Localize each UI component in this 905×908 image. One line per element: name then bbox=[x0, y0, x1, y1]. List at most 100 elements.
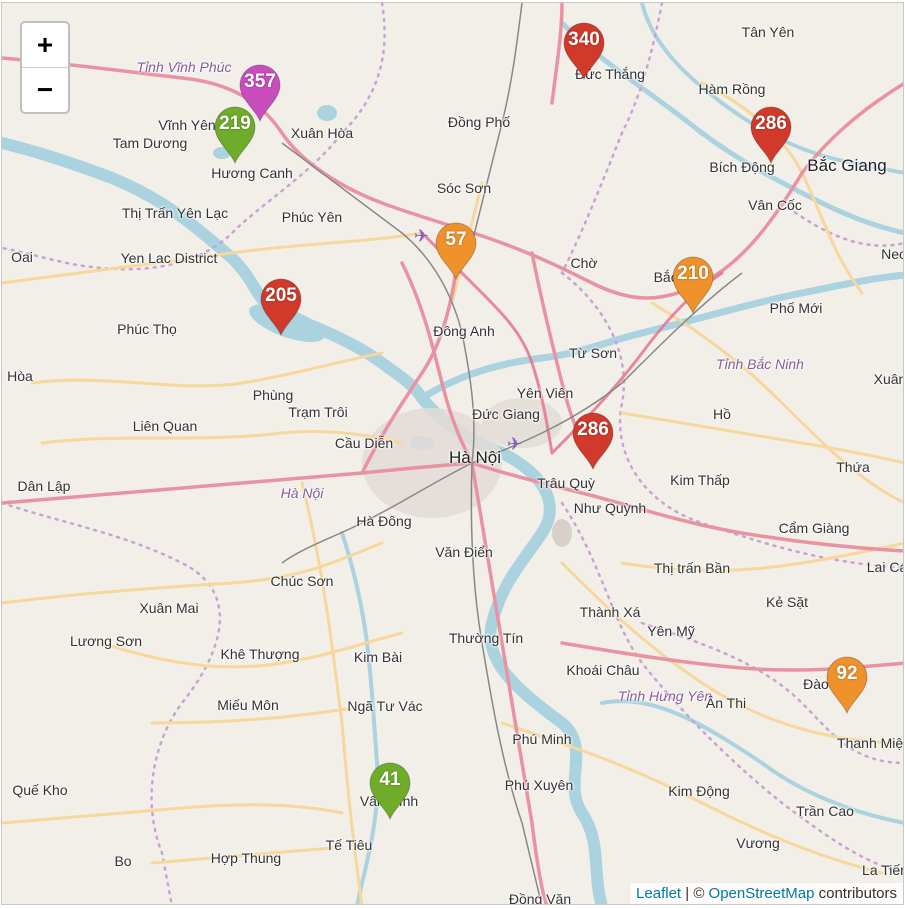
marker-value: 219 bbox=[219, 113, 251, 134]
svg-text:✈: ✈ bbox=[414, 226, 429, 247]
place-label: Tân Yên bbox=[741, 24, 795, 40]
place-label: Neo bbox=[881, 246, 903, 262]
place-label: Yên Viên bbox=[516, 385, 574, 401]
attribution-suffix: contributors bbox=[814, 885, 897, 902]
place-label: Tỉnh Bắc Ninh bbox=[716, 356, 804, 372]
place-label: Cẩm Giàng bbox=[778, 520, 850, 536]
zoom-control: + − bbox=[20, 21, 70, 114]
leaflet-link[interactable]: Leaflet bbox=[636, 885, 681, 902]
place-label: Lai Cá bbox=[866, 559, 904, 575]
cluster-marker[interactable]: 92 bbox=[824, 655, 870, 715]
place-label: Cầu Diễn bbox=[334, 435, 394, 451]
marker-value: 286 bbox=[577, 419, 609, 440]
place-label: Kim Bài bbox=[353, 649, 403, 665]
place-label: Quế Kho bbox=[12, 782, 68, 798]
place-label: Vĩnh Yên bbox=[158, 117, 216, 133]
cluster-marker[interactable]: 286 bbox=[570, 411, 616, 471]
place-label: Văn Điển bbox=[435, 544, 493, 560]
place-label: Thường Tín bbox=[448, 630, 524, 646]
place-label: Đồng Phố bbox=[447, 114, 511, 130]
cluster-marker[interactable]: 219 bbox=[212, 105, 258, 165]
place-label: Yên Mỹ bbox=[647, 623, 695, 639]
cluster-marker[interactable]: 41 bbox=[367, 761, 413, 821]
place-label: Tam Dương bbox=[112, 135, 188, 151]
place-label: Đức Giang bbox=[472, 406, 540, 422]
place-label: Hà Đông bbox=[356, 513, 412, 529]
marker-value: 57 bbox=[445, 229, 467, 250]
marker-value: 357 bbox=[244, 71, 276, 92]
place-label: Trâu Quỳ bbox=[537, 475, 595, 491]
place-label: Dân Lập bbox=[17, 478, 71, 494]
place-label: Phùng bbox=[252, 387, 294, 403]
marker-value: 210 bbox=[677, 263, 709, 284]
place-label: Liên Quan bbox=[132, 418, 198, 434]
map-container[interactable]: ✈ ✈ Tân Yên Đức Thắng Hàm Rồng Tỉnh Vĩnh Ph… bbox=[1, 2, 904, 905]
cluster-marker[interactable]: 57 bbox=[433, 221, 479, 281]
place-label: Đông Anh bbox=[433, 323, 495, 339]
place-label: Hà Nội bbox=[280, 485, 324, 501]
place-label: Hợp Thung bbox=[210, 850, 282, 866]
cluster-marker[interactable]: 210 bbox=[670, 255, 716, 315]
place-label: Phú Minh bbox=[512, 731, 572, 747]
place-label: Phúc Yên bbox=[281, 209, 343, 225]
place-label: Yen Lac District bbox=[120, 250, 218, 266]
place-label: Vân Cốc bbox=[748, 197, 802, 213]
place-label: Chờ bbox=[570, 255, 598, 271]
marker-value: 41 bbox=[379, 769, 401, 790]
place-label: Khê Thượng bbox=[220, 646, 300, 662]
cluster-marker[interactable]: 205 bbox=[258, 277, 304, 337]
place-label: Như Quỳnh bbox=[573, 500, 647, 516]
place-label: Thị trấn Bần bbox=[653, 560, 731, 576]
place-label: La Tiến bbox=[862, 862, 904, 878]
place-label: Xuân bbox=[873, 371, 904, 387]
attribution-separator: | © bbox=[681, 885, 709, 902]
place-label: Tỉnh Vĩnh Phúc bbox=[136, 59, 232, 75]
cluster-marker[interactable]: 286 bbox=[748, 105, 794, 165]
place-label: Miếu Môn bbox=[217, 697, 279, 713]
osm-link[interactable]: OpenStreetMap bbox=[709, 885, 815, 902]
place-label: Khoái Châu bbox=[566, 662, 640, 678]
place-label: Trần Cao bbox=[796, 803, 854, 819]
place-label: Phố Mới bbox=[769, 300, 823, 316]
luoc-river bbox=[600, 699, 903, 825]
place-label: Oai bbox=[11, 249, 33, 265]
place-label: Tế Tiêu bbox=[325, 837, 373, 853]
place-label: Xuân Hòa bbox=[290, 125, 354, 141]
place-label: Trạm Trôi bbox=[288, 404, 348, 420]
marker-value: 205 bbox=[265, 285, 297, 306]
place-label: Thứa bbox=[836, 459, 870, 475]
place-label: Hà Nội bbox=[449, 448, 501, 467]
place-label: Thanh Miện bbox=[837, 735, 904, 751]
place-label: Ngã Tư Vác bbox=[347, 698, 423, 714]
place-label: Hàm Rồng bbox=[698, 81, 766, 97]
place-label: Vương bbox=[736, 835, 780, 851]
place-label: Chúc Sơn bbox=[270, 573, 334, 589]
marker-value: 92 bbox=[836, 663, 858, 684]
svg-text:✈: ✈ bbox=[507, 434, 522, 455]
place-label: Phúc Thọ bbox=[117, 321, 177, 337]
place-label: Tỉnh Hưng Yên bbox=[617, 688, 713, 704]
cau-river bbox=[559, 20, 903, 236]
place-label: Ân Thi bbox=[705, 695, 747, 711]
place-label: Hồ bbox=[713, 406, 731, 422]
zoom-out-button[interactable]: − bbox=[22, 68, 68, 112]
zoom-in-button[interactable]: + bbox=[22, 23, 68, 68]
place-label: Hương Canh bbox=[211, 165, 293, 181]
attribution: Leaflet | © OpenStreetMap contributors bbox=[630, 883, 903, 904]
place-label: Bắc Giang bbox=[807, 156, 887, 175]
marker-value: 286 bbox=[755, 113, 787, 134]
place-label: Đồng Văn bbox=[508, 891, 572, 905]
place-label: Lương Sơn bbox=[69, 633, 143, 649]
place-label: Hòa bbox=[7, 368, 33, 384]
place-label: Từ Sơn bbox=[568, 345, 618, 361]
place-label: Xuân Mai bbox=[139, 600, 199, 616]
place-label: Bo bbox=[114, 853, 132, 869]
place-label: Thành Xá bbox=[579, 604, 641, 620]
place-label: Thị Trấn Yên Lạc bbox=[121, 205, 229, 221]
marker-value: 340 bbox=[568, 29, 600, 50]
place-label: Kim Thấp bbox=[670, 472, 730, 488]
place-label: Phú Xuyên bbox=[504, 777, 574, 793]
place-label: Kẻ Sặt bbox=[765, 594, 809, 610]
cluster-marker[interactable]: 340 bbox=[561, 21, 607, 81]
place-label: Kim Động bbox=[668, 783, 730, 799]
